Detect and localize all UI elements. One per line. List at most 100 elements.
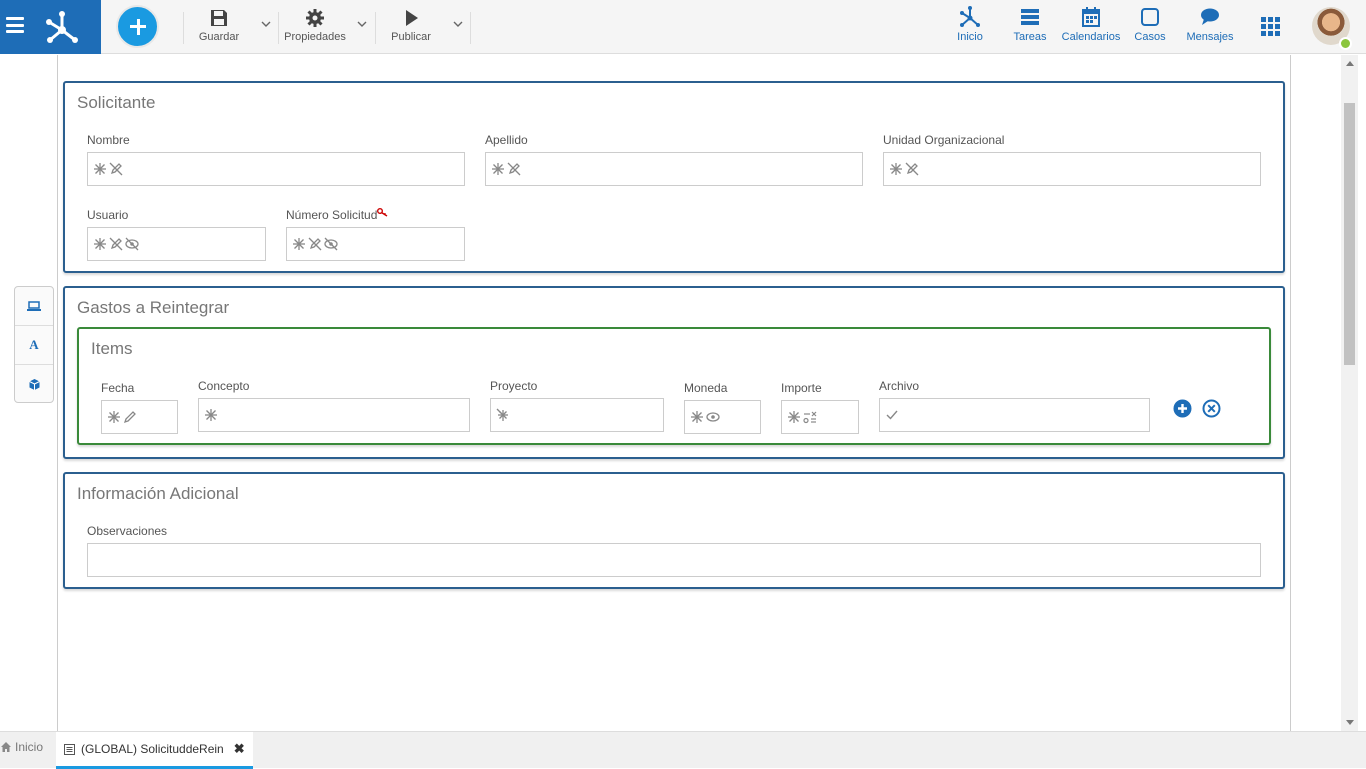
- font-icon[interactable]: A: [15, 326, 53, 365]
- vertical-scrollbar[interactable]: [1341, 55, 1358, 731]
- new-button[interactable]: [116, 5, 159, 48]
- numero-solicitud-field[interactable]: [286, 227, 465, 261]
- eye-slash-icon: [324, 237, 338, 251]
- observaciones-label: Observaciones: [87, 524, 168, 538]
- online-status-badge: [1339, 37, 1352, 50]
- cube-icon[interactable]: [15, 365, 53, 404]
- brand-area: [0, 0, 101, 54]
- moneda-field[interactable]: [684, 400, 761, 434]
- floppy-disk-icon: [211, 10, 227, 26]
- scroll-down-icon[interactable]: [1346, 720, 1354, 725]
- tab-form[interactable]: (GLOBAL) SolicituddeRein ✖: [56, 732, 253, 769]
- pencil-slash-icon: [109, 237, 123, 251]
- nav-tasks[interactable]: Tareas: [1011, 6, 1049, 43]
- unidad-organizacional-field[interactable]: [883, 152, 1261, 186]
- pencil-slash-icon: [507, 162, 521, 176]
- publish-button[interactable]: Publicar: [388, 8, 434, 43]
- home-icon: [1, 742, 11, 752]
- bottom-tab-bar: Inicio (GLOBAL) SolicituddeRein ✖: [0, 731, 1366, 769]
- right-divider: [1290, 55, 1291, 731]
- asterisk-icon: [94, 163, 106, 175]
- asterisk-icon: [293, 238, 305, 250]
- observaciones-field[interactable]: [87, 543, 1261, 577]
- subpanel-title: Items: [91, 339, 133, 358]
- usuario-field[interactable]: [87, 227, 266, 261]
- publish-label: Publicar: [391, 31, 431, 43]
- toolbar-divider: [183, 12, 184, 44]
- tasks-icon: [1021, 9, 1039, 25]
- save-button[interactable]: Guardar: [196, 8, 242, 43]
- asterisk-slash-icon: [496, 408, 508, 421]
- toolbar-divider: [375, 12, 376, 44]
- key-icon: [377, 208, 388, 217]
- concepto-field[interactable]: [198, 398, 470, 432]
- chevron-down-icon[interactable]: [260, 18, 272, 30]
- nav-cases-label: Casos: [1134, 31, 1166, 43]
- close-icon[interactable]: ✖: [234, 741, 245, 757]
- nav-home-label: Inicio: [957, 31, 983, 43]
- asterisk-icon: [108, 411, 120, 423]
- archivo-field[interactable]: [879, 398, 1150, 432]
- left-divider: [57, 55, 58, 731]
- asterisk-icon: [94, 238, 106, 250]
- nav-calendars[interactable]: Calendarios: [1060, 6, 1122, 43]
- importe-field[interactable]: [781, 400, 859, 434]
- save-label: Guardar: [198, 31, 240, 43]
- nav-home[interactable]: Inicio: [952, 6, 988, 43]
- scroll-up-icon[interactable]: [1346, 61, 1354, 66]
- tab-form-label: (GLOBAL) SolicituddeRein: [81, 742, 224, 756]
- chevron-down-icon[interactable]: [452, 18, 464, 30]
- chat-bubble-icon: [1201, 8, 1219, 25]
- nombre-label: Nombre: [87, 133, 130, 147]
- play-icon: [406, 10, 418, 26]
- toolbar-divider: [278, 12, 279, 44]
- pencil-slash-icon: [905, 162, 919, 176]
- menu-icon[interactable]: [6, 17, 24, 33]
- chevron-down-icon[interactable]: [356, 18, 368, 30]
- laptop-icon[interactable]: [15, 287, 53, 326]
- remove-row-icon[interactable]: [1202, 399, 1221, 418]
- pencil-slash-icon: [308, 237, 322, 251]
- panel-title: Solicitante: [77, 93, 156, 112]
- case-square-icon: [1141, 8, 1159, 26]
- properties-button[interactable]: Propiedades: [282, 8, 348, 43]
- logo-icon: [46, 11, 78, 43]
- moneda-label: Moneda: [684, 381, 728, 395]
- add-row-icon[interactable]: [1173, 399, 1192, 418]
- format-number-icon: [803, 411, 817, 424]
- asterisk-icon: [788, 411, 800, 423]
- scroll-thumb[interactable]: [1344, 103, 1355, 365]
- apps-grid-icon[interactable]: [1261, 17, 1280, 36]
- font-icon-letter: A: [29, 337, 39, 352]
- usuario-label: Usuario: [87, 208, 129, 222]
- gear-icon: [306, 9, 324, 27]
- properties-label: Propiedades: [284, 31, 346, 43]
- nav-cases[interactable]: Casos: [1133, 6, 1167, 43]
- eye-icon: [706, 412, 720, 422]
- pencil-slash-icon: [109, 162, 123, 176]
- archivo-label: Archivo: [879, 379, 920, 393]
- side-toolbox: A: [14, 286, 54, 403]
- nombre-field[interactable]: [87, 152, 465, 186]
- nav-calendars-label: Calendarios: [1061, 31, 1121, 43]
- fecha-field[interactable]: [101, 400, 178, 434]
- asterisk-icon: [492, 163, 504, 175]
- proyecto-field[interactable]: [490, 398, 664, 432]
- concepto-label: Concepto: [198, 379, 250, 393]
- asterisk-icon: [890, 163, 902, 175]
- nav-messages[interactable]: Mensajes: [1184, 6, 1236, 43]
- importe-label: Importe: [781, 381, 822, 395]
- pencil-icon: [123, 411, 136, 424]
- fecha-label: Fecha: [101, 381, 135, 395]
- unidad-organizacional-label: Unidad Organizacional: [883, 133, 1005, 147]
- eye-slash-icon: [125, 237, 139, 251]
- apellido-field[interactable]: [485, 152, 863, 186]
- apellido-label: Apellido: [485, 133, 528, 147]
- form-icon: [64, 743, 75, 755]
- asterisk-icon: [205, 409, 217, 421]
- tab-home[interactable]: Inicio: [0, 740, 43, 754]
- tab-home-label: Inicio: [15, 740, 44, 754]
- top-toolbar: Guardar Propiedades Publicar Inicio Tare…: [0, 0, 1366, 54]
- checkmark-icon: [886, 410, 898, 420]
- proyecto-label: Proyecto: [490, 379, 538, 393]
